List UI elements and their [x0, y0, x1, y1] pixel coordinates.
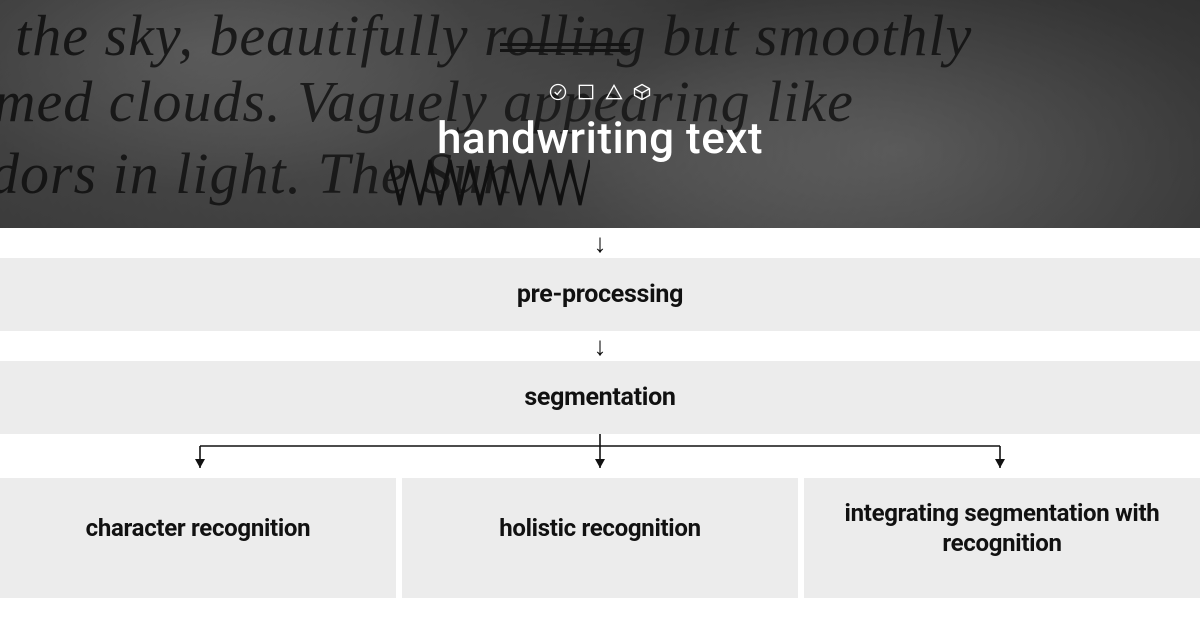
- stage-preprocessing: pre-processing: [0, 258, 1200, 331]
- checkmark-circle-icon: [548, 82, 568, 102]
- square-icon: [576, 82, 596, 102]
- arrow-down-icon: ↓: [594, 331, 607, 361]
- hero-title: handwriting text: [437, 112, 763, 164]
- leaf-row: character recognition holistic recogniti…: [0, 478, 1200, 598]
- branch-connector: [0, 434, 1200, 478]
- hero-banner: w the sky, beautifully rolling but smoot…: [0, 0, 1200, 228]
- cube-icon: [632, 82, 652, 102]
- leaf-holistic-recognition: holistic recognition: [402, 478, 798, 598]
- stage-segmentation: segmentation: [0, 361, 1200, 434]
- leaf-integrating: integrating segmentation with recognitio…: [804, 478, 1200, 598]
- hero-content: handwriting text: [0, 0, 1200, 228]
- arrow-down-icon: ↓: [594, 228, 607, 258]
- flowchart: ↓ pre-processing ↓ segmentation characte…: [0, 228, 1200, 598]
- leaf-character-recognition: character recognition: [0, 478, 396, 598]
- icon-row: [548, 82, 652, 102]
- triangle-icon: [604, 82, 624, 102]
